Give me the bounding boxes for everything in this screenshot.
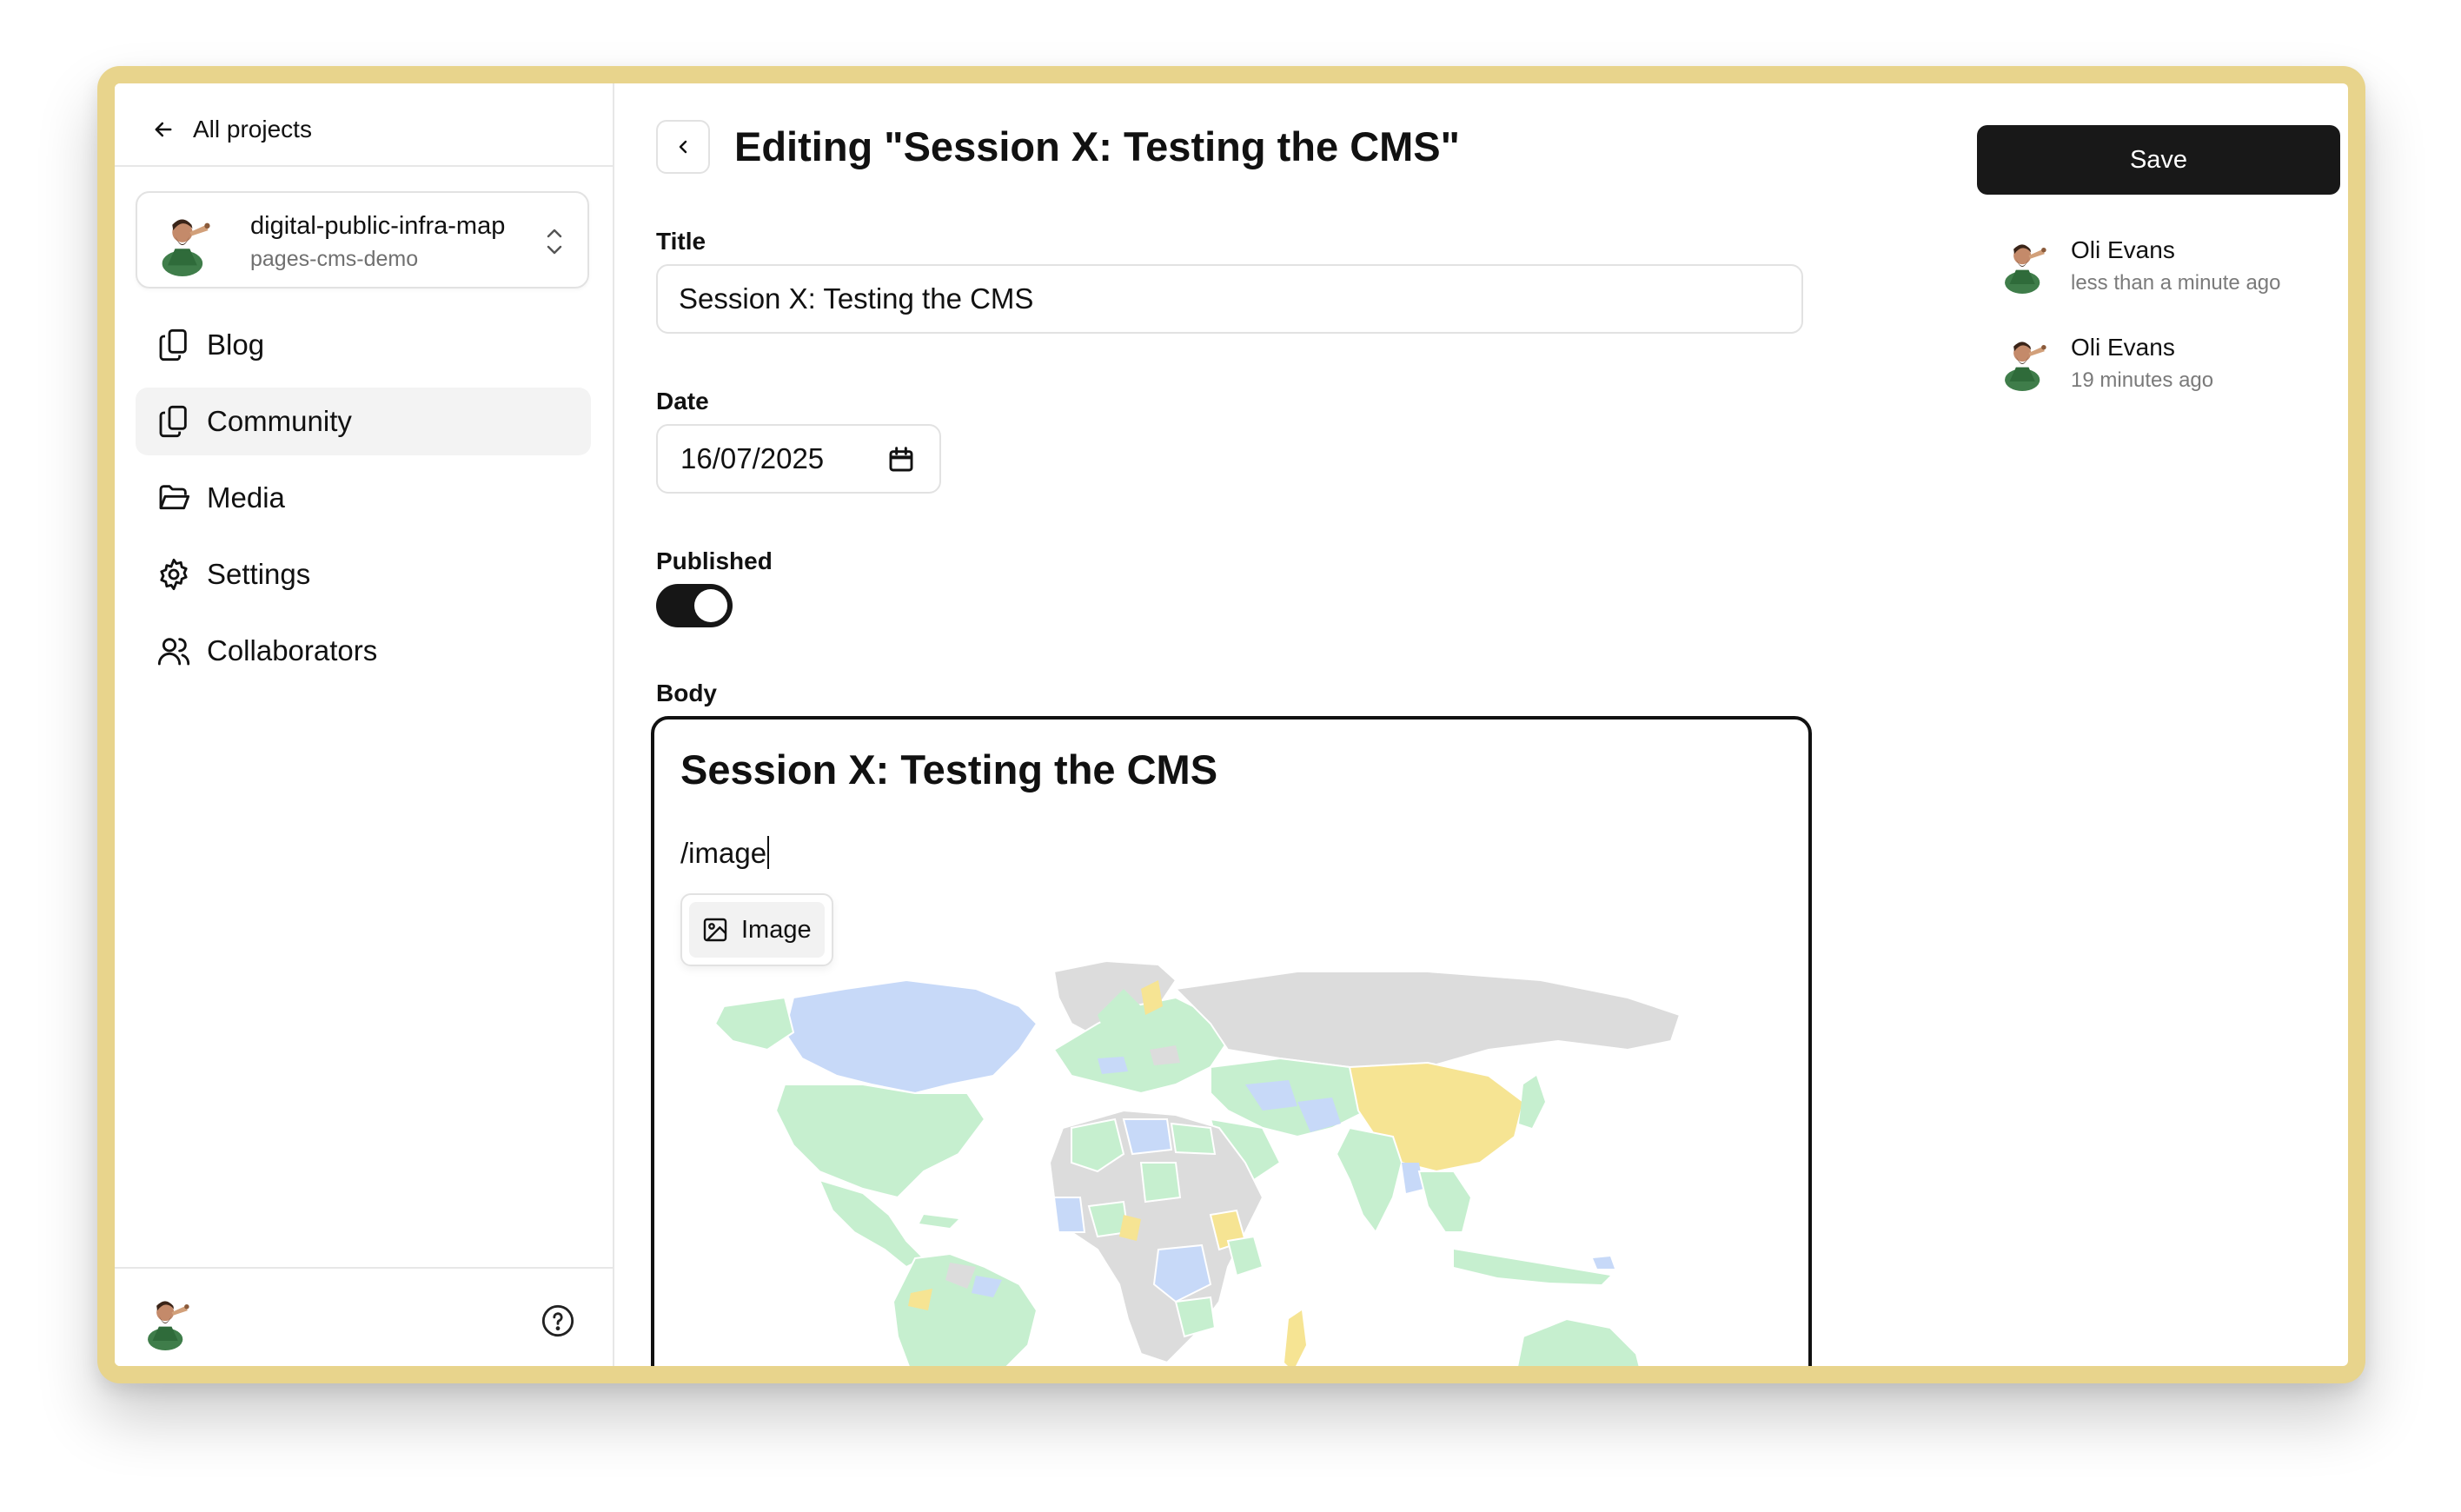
history-entry[interactable]: Oli Evans 19 minutes ago — [1998, 334, 2348, 431]
text-caret — [767, 836, 770, 869]
history-author: Oli Evans — [2071, 334, 2175, 361]
calendar-icon[interactable] — [887, 445, 915, 474]
history-time: less than a minute ago — [2071, 271, 2281, 295]
history-entry[interactable]: Oli Evans less than a minute ago — [1998, 236, 2348, 334]
save-button[interactable]: Save — [1977, 125, 2340, 195]
files-icon — [159, 328, 187, 361]
back-button[interactable] — [656, 120, 710, 174]
edit-history: Oli Evans less than a minute ago Oli Eva… — [1998, 236, 2348, 431]
date-input[interactable]: 16/07/2025 — [656, 424, 941, 494]
title-label: Title — [656, 228, 706, 255]
date-value: 16/07/2025 — [680, 442, 825, 474]
sidebar-item-label: Collaborators — [207, 634, 378, 666]
body-label: Body — [656, 680, 717, 706]
users-icon — [157, 638, 190, 666]
all-projects-label: All projects — [193, 116, 312, 143]
editor-heading: Session X: Testing the CMS — [680, 746, 1218, 792]
editor-command-line[interactable]: /image — [680, 836, 770, 870]
all-projects-link[interactable]: All projects — [151, 108, 312, 151]
sidebar-item-settings[interactable]: Settings — [136, 540, 591, 608]
sidebar-item-media[interactable]: Media — [136, 464, 591, 532]
chevron-left-icon — [679, 140, 687, 154]
sidebar-item-label: Blog — [207, 328, 265, 361]
avatar — [2005, 342, 2046, 391]
sidebar-item-label: Community — [207, 405, 352, 437]
gear-icon — [160, 558, 188, 591]
typed-command: /image — [680, 837, 767, 869]
help-icon[interactable] — [541, 1303, 575, 1338]
page-title: Editing "Session X: Testing the CMS" — [734, 123, 1460, 169]
slash-command-menu: Image — [680, 893, 833, 966]
toggle-knob — [694, 589, 727, 622]
arrow-left-icon — [155, 122, 172, 137]
sidebar-item-blog[interactable]: Blog — [136, 311, 591, 379]
history-time: 19 minutes ago — [2071, 368, 2214, 392]
project-switcher[interactable]: digital-public-infra-map pages-cms-demo — [136, 191, 589, 288]
world-map-image — [713, 959, 1682, 1366]
sidebar-item-label: Media — [207, 481, 285, 514]
divider — [115, 165, 613, 167]
sidebar: All projects digital-public-infra-map pa… — [115, 83, 614, 1366]
image-icon — [703, 918, 727, 942]
history-author: Oli Evans — [2071, 236, 2175, 263]
folder-open-icon — [159, 485, 190, 510]
project-avatar — [162, 219, 210, 276]
user-avatar[interactable] — [139, 1295, 195, 1350]
sidebar-item-community[interactable]: Community — [136, 388, 591, 455]
main-content: Editing "Session X: Testing the CMS" Tit… — [614, 83, 2348, 1366]
sidebar-item-collaborators[interactable]: Collaborators — [136, 617, 591, 685]
menu-item-label: Image — [741, 915, 812, 944]
chevron-up-down-icon — [547, 229, 562, 255]
files-icon — [159, 405, 187, 438]
sidebar-nav: Blog Community Media Settings Collaborat… — [136, 311, 591, 693]
body-editor[interactable]: Session X: Testing the CMS /image Image — [651, 716, 1812, 1366]
published-label: Published — [656, 547, 773, 574]
title-input[interactable] — [656, 264, 1803, 334]
slash-menu-item-image[interactable]: Image — [689, 902, 825, 958]
avatar — [2005, 244, 2046, 294]
sidebar-item-label: Settings — [207, 558, 311, 590]
date-label: Date — [656, 388, 709, 414]
project-subtitle: pages-cms-demo — [250, 247, 419, 271]
project-name: digital-public-infra-map — [250, 212, 506, 240]
published-toggle[interactable] — [656, 584, 733, 627]
app-window: All projects digital-public-infra-map pa… — [115, 83, 2348, 1366]
divider — [115, 1267, 613, 1269]
